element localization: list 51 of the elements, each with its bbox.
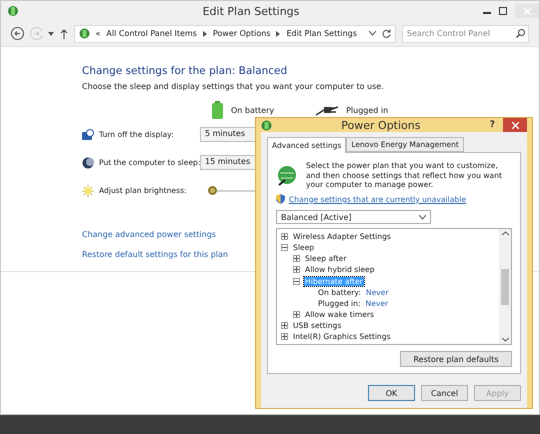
help-button[interactable]: ? — [490, 120, 495, 130]
scrollbar-thumb[interactable] — [501, 268, 509, 305]
breadcrumb-item[interactable]: Power Options — [212, 29, 270, 38]
dialog-button[interactable]: Cancel — [421, 385, 468, 402]
search-icon[interactable] — [516, 28, 525, 38]
dialog-title: Power Options — [340, 118, 422, 132]
plan-dropdown[interactable]: Balanced [Active] — [276, 210, 431, 224]
dialog-button[interactable]: OK — [368, 385, 415, 402]
refresh-icon[interactable] — [382, 29, 391, 38]
collapse-icon[interactable] — [293, 278, 300, 285]
monitor-clock-icon — [82, 128, 94, 140]
close-icon — [512, 122, 518, 128]
column-heading: Plugged in — [346, 106, 388, 114]
sun-icon — [82, 184, 94, 196]
chevron-right-icon[interactable] — [276, 30, 280, 36]
plug-icon — [316, 104, 338, 116]
chevron-down-icon — [419, 214, 426, 220]
close-button[interactable] — [503, 118, 527, 132]
shield-icon — [276, 194, 285, 204]
up-icon[interactable] — [60, 28, 68, 38]
column-heading: On battery — [231, 106, 274, 114]
scroll-down-icon[interactable] — [502, 337, 508, 342]
breadcrumb-item[interactable]: Edit Plan Settings — [286, 29, 357, 38]
expand-icon[interactable] — [293, 310, 300, 318]
slider-thumb[interactable] — [208, 186, 217, 194]
overflow-chevron[interactable]: « — [96, 29, 100, 38]
chevron-down-icon[interactable] — [368, 31, 376, 36]
scrollbar[interactable] — [499, 229, 511, 344]
restore-defaults-button[interactable]: Restore plan defaults — [400, 351, 512, 368]
collapse-icon[interactable] — [281, 244, 288, 252]
moon-icon — [82, 156, 94, 168]
settings-link[interactable]: Restore default settings for this plan — [82, 250, 228, 259]
maximize-icon[interactable] — [499, 7, 507, 15]
chevron-right-icon[interactable] — [202, 30, 207, 36]
window-title: Edit Plan Settings — [202, 4, 300, 18]
globe-plug-icon — [276, 165, 298, 187]
search-field[interactable]: Search Control Panel — [402, 24, 529, 42]
breadcrumb-item[interactable]: All Control Panel Items — [106, 29, 197, 38]
back-icon[interactable] — [11, 27, 24, 40]
expand-icon[interactable] — [281, 233, 288, 240]
expand-icon[interactable] — [293, 266, 300, 274]
scroll-up-icon[interactable] — [502, 231, 508, 236]
plan-heading: Change settings for the plan: Balanced — [82, 65, 288, 77]
battery-icon — [212, 101, 223, 119]
close-icon — [524, 8, 530, 14]
settings-link[interactable]: Change advanced power settings — [82, 230, 216, 239]
expand-icon[interactable] — [293, 255, 300, 262]
expand-icon[interactable] — [281, 333, 288, 340]
expand-icon[interactable] — [281, 322, 288, 329]
dropdown-icon[interactable] — [48, 32, 54, 36]
plan-description: Choose the sleep and display settings that you want your computer to use. — [82, 82, 385, 91]
